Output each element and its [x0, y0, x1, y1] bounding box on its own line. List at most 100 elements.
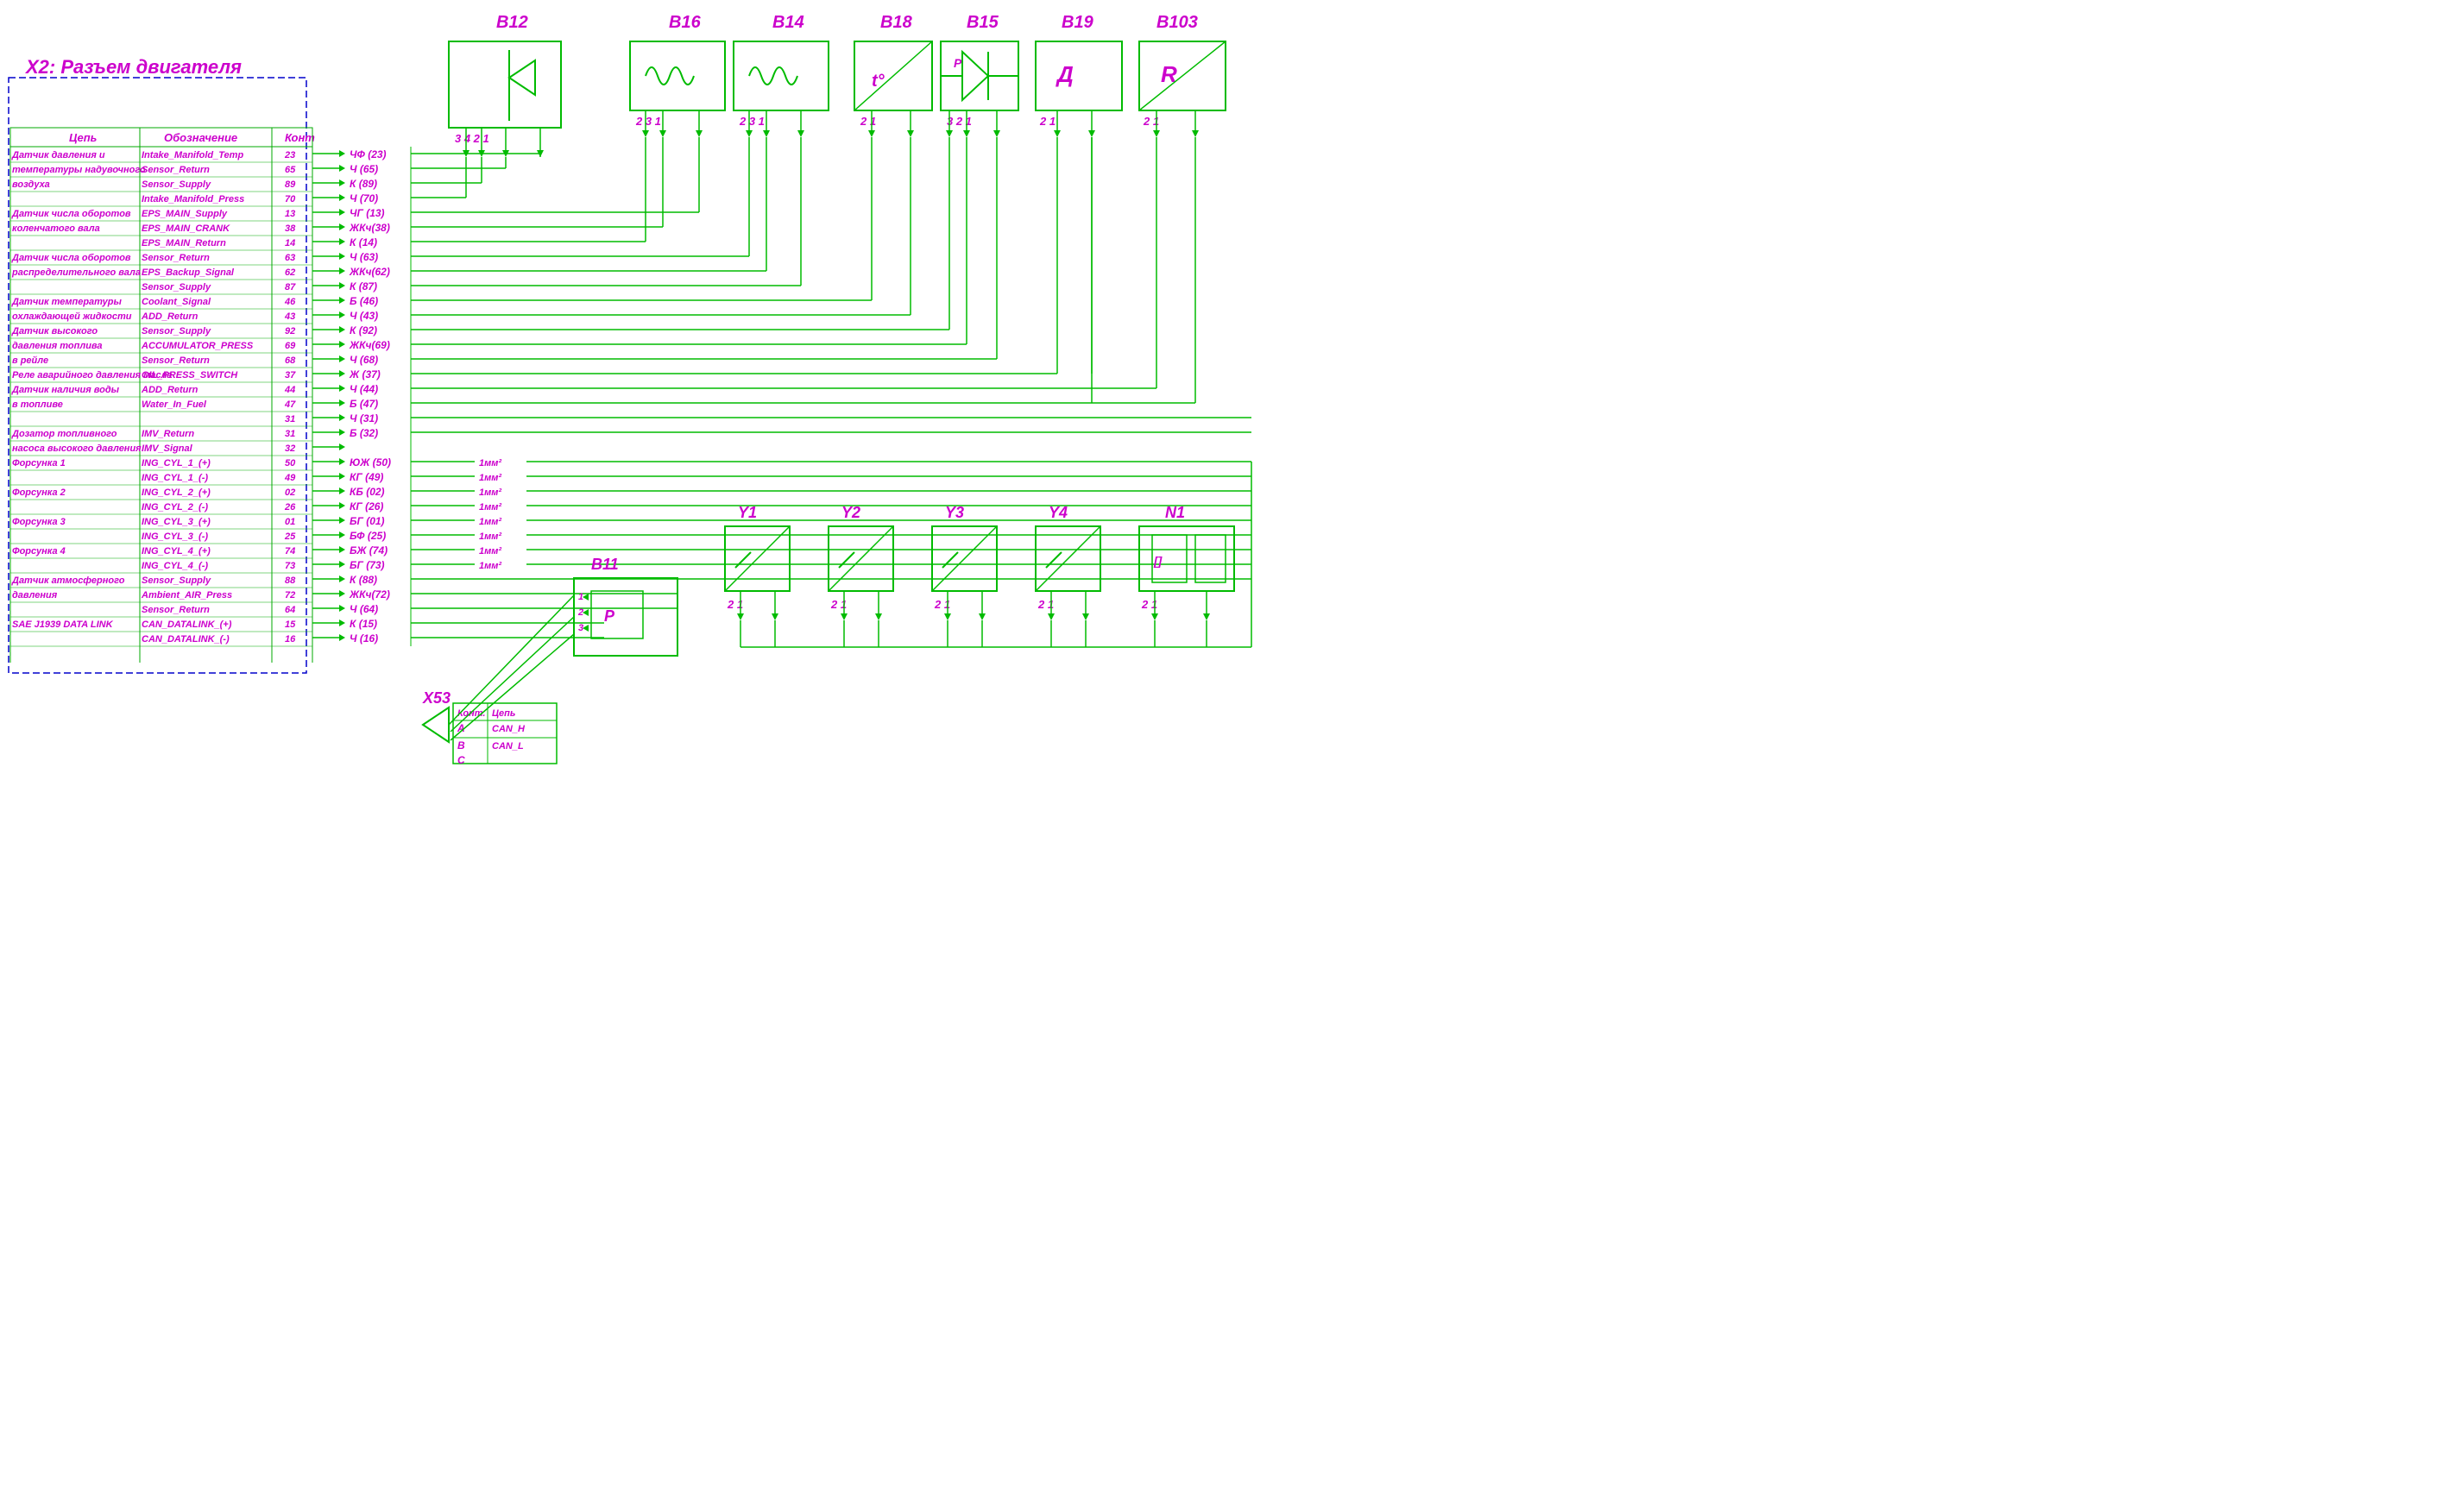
svg-text:КГ (49): КГ (49): [350, 471, 383, 483]
svg-text:EPS_Backup_Signal: EPS_Backup_Signal: [142, 267, 235, 278]
svg-text:SAE J1939 DATA LINK: SAE J1939 DATA LINK: [12, 619, 114, 630]
svg-text:13: 13: [285, 209, 295, 219]
svg-text:2 3 1: 2 3 1: [739, 115, 765, 128]
svg-text:3 4 2 1: 3 4 2 1: [455, 132, 489, 145]
svg-text:ЖКч(62): ЖКч(62): [349, 266, 390, 278]
svg-text:P: P: [604, 607, 615, 625]
svg-text:25: 25: [284, 531, 296, 542]
svg-text:OIL_PRESS_SWITCH: OIL_PRESS_SWITCH: [142, 370, 238, 380]
svg-text:02: 02: [285, 487, 295, 498]
svg-text:ЧГ (13): ЧГ (13): [350, 207, 385, 219]
svg-text:ING_CYL_4_(-): ING_CYL_4_(-): [142, 561, 208, 571]
svg-text:38: 38: [285, 223, 296, 234]
svg-text:давления: давления: [12, 590, 58, 601]
svg-text:ЖКч(38): ЖКч(38): [349, 222, 390, 234]
svg-text:Форсунка 1: Форсунка 1: [12, 458, 66, 469]
svg-text:Ч (31): Ч (31): [350, 412, 378, 424]
svg-text:IMV_Signal: IMV_Signal: [142, 443, 193, 454]
svg-text:Sensor_Supply: Sensor_Supply: [142, 575, 211, 586]
svg-text:в топливе: в топливе: [12, 399, 63, 410]
svg-text:t°: t°: [872, 72, 885, 91]
svg-text:Ч (16): Ч (16): [350, 632, 378, 645]
svg-text:31: 31: [285, 429, 295, 439]
svg-text:1мм²: 1мм²: [479, 487, 501, 498]
svg-text:Ч (44): Ч (44): [350, 383, 378, 395]
svg-text:2 1: 2 1: [1039, 115, 1056, 128]
svg-text:R: R: [1161, 61, 1177, 87]
svg-text:B12: B12: [496, 13, 528, 32]
svg-text:К (15): К (15): [350, 618, 377, 630]
svg-text:16: 16: [285, 634, 296, 645]
svg-text:Форсунка 3: Форсунка 3: [12, 517, 66, 527]
svg-text:ACCUMULATOR_PRESS: ACCUMULATOR_PRESS: [141, 341, 254, 351]
svg-text:ADD_Return: ADD_Return: [141, 385, 199, 395]
svg-text:01: 01: [285, 517, 295, 527]
svg-text:Y4: Y4: [1049, 504, 1068, 521]
svg-text:CAN_L: CAN_L: [492, 741, 524, 752]
svg-text:Ч (70): Ч (70): [350, 192, 378, 204]
svg-text:64: 64: [285, 605, 295, 615]
svg-text:К (92): К (92): [350, 324, 377, 336]
svg-text:65: 65: [285, 165, 296, 175]
svg-text:Sensor_Return: Sensor_Return: [142, 165, 210, 175]
svg-text:температуры надувочного: температуры надувочного: [12, 165, 146, 175]
svg-text:Sensor_Supply: Sensor_Supply: [142, 326, 211, 336]
svg-text:Ч (64): Ч (64): [350, 603, 378, 615]
svg-text:ЧФ (23): ЧФ (23): [350, 148, 387, 160]
svg-text:Б (46): Б (46): [350, 295, 378, 307]
svg-text:X53: X53: [422, 689, 451, 707]
svg-text:БФ (25): БФ (25): [350, 530, 386, 542]
svg-text:44: 44: [284, 385, 295, 395]
svg-text:EPS_MAIN_Supply: EPS_MAIN_Supply: [142, 209, 228, 219]
svg-text:2 1: 2 1: [860, 115, 876, 128]
svg-text:Sensor_Return: Sensor_Return: [142, 253, 210, 263]
svg-text:87: 87: [285, 282, 296, 292]
svg-text:КБ (02): КБ (02): [350, 486, 385, 498]
svg-text:Ч (43): Ч (43): [350, 310, 378, 322]
svg-text:B19: B19: [1062, 13, 1094, 32]
svg-text:72: 72: [285, 590, 295, 601]
svg-text:коленчатого вала: коленчатого вала: [12, 223, 100, 234]
svg-text:ING_CYL_3_(+): ING_CYL_3_(+): [142, 517, 211, 527]
svg-text:Y2: Y2: [841, 504, 860, 521]
svg-text:Д: Д: [1056, 61, 1074, 87]
svg-text:63: 63: [285, 253, 295, 263]
svg-text:Coolant_Signal: Coolant_Signal: [142, 297, 211, 307]
svg-text:B: B: [457, 739, 465, 752]
svg-text:73: 73: [285, 561, 295, 571]
svg-text:X2: Разъем двигателя: X2: Разъем двигателя: [24, 56, 242, 78]
svg-text:Intake_Manifold_Temp: Intake_Manifold_Temp: [142, 150, 243, 160]
svg-text:охлаждающей жидкости: охлаждающей жидкости: [12, 311, 132, 322]
svg-text:Цепь: Цепь: [492, 708, 515, 719]
svg-text:Б (32): Б (32): [350, 427, 378, 439]
svg-text:B103: B103: [1156, 13, 1198, 32]
svg-text:43: 43: [284, 311, 295, 322]
svg-text:Y1: Y1: [738, 504, 757, 521]
svg-text:49: 49: [284, 473, 296, 483]
svg-text:46: 46: [284, 297, 296, 307]
svg-text:Ж (37): Ж (37): [349, 368, 381, 380]
svg-text:EPS_MAIN_Return: EPS_MAIN_Return: [142, 238, 226, 248]
svg-text:Sensor_Return: Sensor_Return: [142, 355, 210, 366]
svg-text:ING_CYL_4_(+): ING_CYL_4_(+): [142, 546, 211, 557]
svg-text:К (87): К (87): [350, 280, 377, 292]
svg-text:47: 47: [284, 399, 296, 410]
svg-text:50: 50: [285, 458, 296, 469]
svg-text:B11: B11: [591, 556, 619, 573]
svg-text:88: 88: [285, 575, 296, 586]
svg-text:3 2 1: 3 2 1: [947, 115, 972, 128]
svg-text:CAN_H: CAN_H: [492, 724, 526, 734]
svg-text:распределительного вала: распределительного вала: [11, 267, 141, 278]
svg-text:БЖ (74): БЖ (74): [350, 544, 388, 557]
svg-text:ADD_Return: ADD_Return: [141, 311, 199, 322]
svg-text:Water_In_Fuel: Water_In_Fuel: [142, 399, 207, 410]
svg-text:Дозатор топливного: Дозатор топливного: [11, 429, 117, 439]
svg-text:P: P: [954, 56, 962, 70]
svg-text:ING_CYL_3_(-): ING_CYL_3_(-): [142, 531, 208, 542]
svg-text:B16: B16: [669, 13, 702, 32]
svg-text:68: 68: [285, 355, 296, 366]
svg-text:Ч (65): Ч (65): [350, 163, 378, 175]
svg-text:Sensor_Supply: Sensor_Supply: [142, 282, 211, 292]
svg-text:[]: []: [1153, 554, 1163, 568]
svg-text:К (14): К (14): [350, 236, 377, 248]
